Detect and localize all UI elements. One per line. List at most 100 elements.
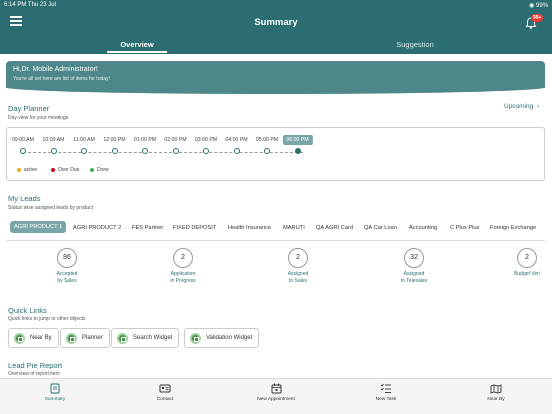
nav-contact[interactable]: Contact [125,383,205,402]
timeline-node[interactable] [20,148,26,154]
nav-new-appointment-label: New Appointment [257,397,295,402]
metric-label: Accepted by Sales [37,271,97,284]
lead-metric[interactable]: 32 Assigned to Telesales [384,248,444,284]
quick-link-planner[interactable]: Planner [60,328,110,348]
notification-badge: 99+ [531,14,544,22]
legend-done-label: Done [97,167,109,173]
metric-value: 2 [517,248,537,268]
legend-active-label: active [24,167,38,173]
metric-label: Assigned to Sales [268,271,328,284]
timeline-node[interactable] [142,148,148,154]
metric-label-line1: Budget Veri [514,271,540,277]
timeline-node[interactable] [233,148,240,154]
quick-link-validation-widget[interactable]: Validation Widget [184,328,260,348]
lead-metric[interactable]: 2 Budget Veri [497,248,552,278]
metric-label: Application in Progress [153,271,213,284]
day-planner-subtitle: Day view for your meetings [8,115,69,121]
metric-label-line2: to Telesales [400,277,428,284]
map-icon [490,384,502,394]
product-tab[interactable]: AGRI PRODUCT 2 [73,225,121,231]
validation-widget-icon [190,333,201,344]
task-list-icon [380,383,391,393]
timeline-node[interactable] [264,148,270,154]
quick-link-label: Near By [30,335,52,341]
time-label: 03:00 PM [194,137,218,143]
lead-metric[interactable]: 2 Application in Progress [153,248,213,284]
lead-metric[interactable]: 86 Accepted by Sales [37,248,97,284]
lead-pie-report-title: Lead Pie Report [8,361,63,370]
legend-overdue: Over Due [51,167,79,173]
product-tabs-divider [6,240,545,241]
wifi-icon: ◉ [529,3,536,9]
time-label: 05:00 PM [255,137,279,143]
calendar-icon [271,383,281,394]
battery-level: 99% [535,3,548,9]
timeline-node[interactable] [203,148,209,154]
quick-link-label: Search Widget [133,335,173,341]
product-tab[interactable]: Accounting [409,225,437,231]
upcoming-link[interactable]: Upcoming › [504,103,539,110]
product-tab[interactable]: C Plus Plus [450,225,479,231]
metric-value: 32 [404,248,424,268]
timeline-node[interactable] [172,148,179,154]
nav-near-by[interactable]: Near By [456,383,536,402]
metric-value: 2 [173,248,193,268]
upcoming-label: Upcoming [504,103,534,110]
time-label: 12:00 PM [103,137,126,143]
app-header: 6:14 PM Thu 23 Jul ◉ 99% Summary 99+ Ove… [0,0,552,54]
chevron-right-icon: › [535,103,540,110]
done-dot-icon [90,167,94,172]
nav-new-task-label: New Task [375,397,397,402]
product-tab[interactable]: Foreign Exchange [490,225,536,231]
time-label: 10:00 AM [42,137,65,143]
contact-card-icon [159,384,171,393]
time-label-current: 06:00 PM [282,135,313,145]
quick-links-subtitle: Quick links to jump to other objects [8,316,86,322]
time-label: 01:00 PM [133,137,157,143]
product-tab[interactable]: QA AGRI Card [316,225,353,231]
quick-link-label: Validation Widget [206,335,253,341]
nav-near-by-label: Near By [487,397,505,402]
day-planner-title: Day Planner [8,104,50,113]
product-tab[interactable]: AGRI PRODUCT 1 [10,221,67,233]
quick-link-near-by[interactable]: Near By [8,328,59,348]
timeline-node[interactable] [111,148,118,154]
search-widget-icon [117,333,128,344]
nav-summary[interactable]: Summary [15,383,95,402]
legend-active: active [17,167,37,173]
lead-metric[interactable]: 2 Assigned to Sales [268,248,328,284]
legend-overdue-label: Over Due [58,167,80,173]
metric-label-line2: in Progress [170,277,196,284]
near-by-icon [14,333,25,344]
metric-label: Assigned to Telesales [384,271,444,284]
active-dot-icon [17,167,21,172]
status-bar: 6:14 PM Thu 23 Jul ◉ 99% [0,0,552,10]
page-title: Summary [254,17,298,28]
nav-new-appointment[interactable]: New Appointment [236,383,316,402]
welcome-banner: Hi,Dr. Mobile Administrator! You're all … [6,61,545,88]
timeline-node[interactable] [294,148,301,154]
day-planner-card: 09:00 AM 10:00 AM 11:00 AM 12:00 PM 01:00 PM… [6,127,545,181]
nav-summary-label: Summary [44,397,66,402]
product-tab[interactable]: FES Partner [132,225,163,231]
product-tab[interactable]: MARUTI [283,225,305,231]
product-tab[interactable]: QA Car Loan [364,225,397,231]
quick-link-search-widget[interactable]: Search Widget [111,328,180,348]
nav-new-task[interactable]: New Task [346,383,426,402]
active-tab-indicator [107,51,167,53]
timeline [23,152,303,153]
bottom-navigation: Summary Contact New Appointment New Task [0,378,552,414]
quick-links-title: Quick Links [8,306,47,315]
product-tab[interactable]: Health Insurance [228,225,271,231]
timeline-node[interactable] [81,148,87,154]
metric-label-line2: to Sales [288,277,308,284]
time-labels: 09:00 AM 10:00 AM 11:00 AM 12:00 PM 01:00 PM… [7,135,546,147]
battery-indicator: ◉ 99% [529,2,548,9]
product-tab[interactable]: FIXED DEPOSIT [173,225,216,231]
metric-value: 86 [57,248,77,268]
metric-label-line2: by Sales [57,277,77,284]
time-label: 02:00 PM [164,137,187,143]
tab-overview[interactable]: Overview [77,40,197,49]
timeline-node[interactable] [50,148,57,154]
tab-suggestion[interactable]: Suggestion [355,40,475,49]
